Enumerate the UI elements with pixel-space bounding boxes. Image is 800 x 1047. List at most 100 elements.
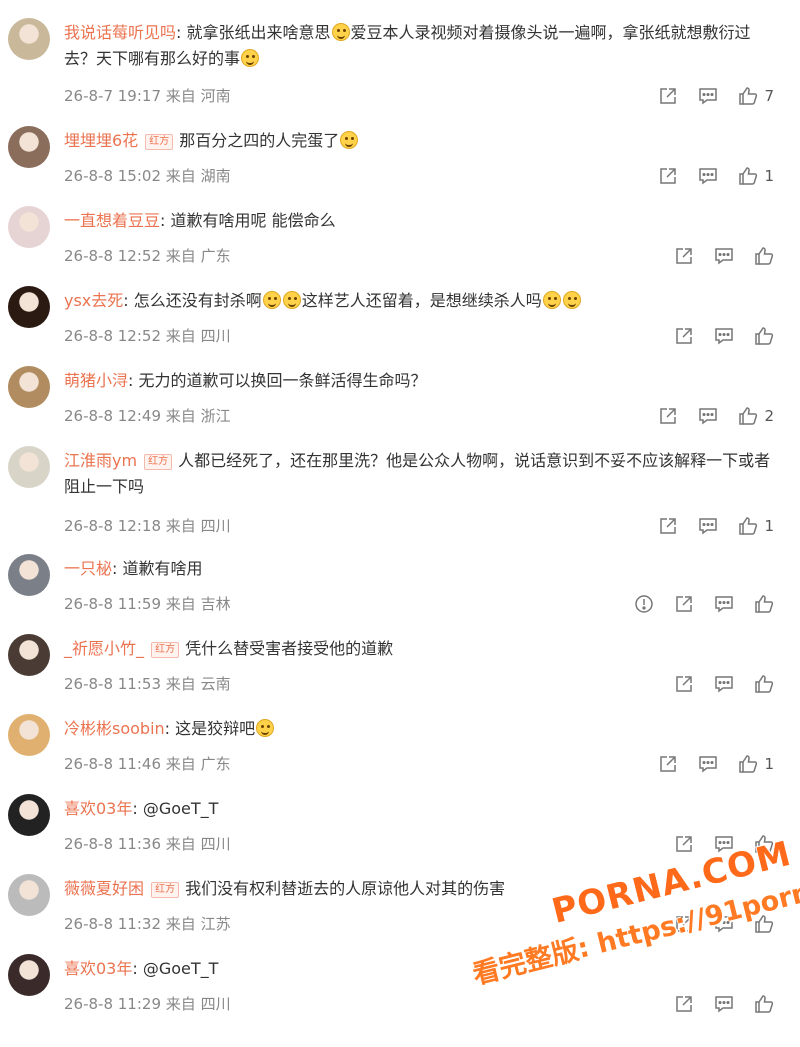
username-link[interactable]: 喜欢03年 <box>64 799 132 818</box>
like-button[interactable]: 1 <box>738 754 774 774</box>
avatar[interactable] <box>8 794 50 836</box>
share-icon[interactable] <box>674 994 694 1014</box>
comment-meta: 26-8-8 12:18 来自 四川 <box>64 516 231 536</box>
colon: : <box>176 23 187 42</box>
avatar[interactable] <box>8 206 50 248</box>
comment-text: 喜欢03年: @GoeT_T <box>64 796 772 822</box>
like-button[interactable]: 7 <box>738 86 774 106</box>
comment-location: 河南 <box>200 87 231 105</box>
emoji-icon <box>256 719 275 737</box>
comment-from: 来自 <box>165 407 196 425</box>
like-count: 1 <box>764 167 774 185</box>
emoji-icon <box>241 49 260 67</box>
comment-text: 一只柲: 道歉有啥用 <box>64 556 772 582</box>
comment-from: 来自 <box>165 247 196 265</box>
emoji-icon <box>331 23 350 41</box>
username-link[interactable]: 一只柲 <box>64 559 112 578</box>
avatar[interactable] <box>8 554 50 596</box>
reply-icon[interactable] <box>698 166 718 186</box>
comment-date: 26-8-8 12:49 <box>64 407 161 425</box>
comment-date: 26-8-8 11:46 <box>64 755 161 773</box>
comment-text-part: @GoeT_T <box>142 799 219 818</box>
comment-text-part: 我们没有权利替逝去的人原谅他人对其的伤害 <box>185 879 506 898</box>
reply-icon[interactable] <box>698 406 718 426</box>
comment-actions <box>654 326 774 346</box>
comment-text-part: 凭什么替受害者接受他的道歉 <box>185 639 394 658</box>
comment-from: 来自 <box>165 167 196 185</box>
comment-location: 云南 <box>200 675 231 693</box>
share-icon[interactable] <box>658 406 678 426</box>
report-icon[interactable] <box>634 594 654 614</box>
like-button[interactable] <box>754 994 774 1014</box>
avatar[interactable] <box>8 366 50 408</box>
like-button[interactable] <box>754 594 774 614</box>
comment-actions <box>654 674 774 694</box>
share-icon[interactable] <box>674 674 694 694</box>
like-button[interactable]: 1 <box>738 166 774 186</box>
username-link[interactable]: 埋埋埋6花 <box>64 131 138 150</box>
avatar[interactable] <box>8 18 50 60</box>
avatar[interactable] <box>8 954 50 996</box>
comment-from: 来自 <box>165 87 196 105</box>
share-icon[interactable] <box>674 834 694 854</box>
share-icon[interactable] <box>674 326 694 346</box>
reply-icon[interactable] <box>714 994 734 1014</box>
comment-meta: 26-8-8 11:59 来自 吉林 <box>64 594 231 614</box>
comment-actions: 2 <box>638 406 774 426</box>
comment-meta: 26-8-7 19:17 来自 河南 <box>64 86 231 106</box>
like-button[interactable] <box>754 326 774 346</box>
comment-location: 四川 <box>200 327 231 345</box>
colon: : <box>164 719 176 738</box>
colon: : <box>160 211 171 230</box>
comment-location: 四川 <box>200 517 231 535</box>
reply-icon[interactable] <box>714 246 734 266</box>
share-icon[interactable] <box>674 594 694 614</box>
user-badge: 红方 <box>144 454 173 470</box>
reply-icon[interactable] <box>698 754 718 774</box>
avatar[interactable] <box>8 126 50 168</box>
share-icon[interactable] <box>674 246 694 266</box>
like-count: 7 <box>764 87 774 105</box>
username-link[interactable]: ysx去死 <box>64 291 123 310</box>
comment-location: 四川 <box>200 995 231 1013</box>
colon: : <box>112 559 123 578</box>
like-count: 1 <box>764 755 774 773</box>
like-button[interactable]: 2 <box>738 406 774 426</box>
username-link[interactable]: 江淮雨ym <box>64 451 137 470</box>
avatar[interactable] <box>8 634 50 676</box>
reply-icon[interactable] <box>698 86 718 106</box>
comment-date: 26-8-8 12:52 <box>64 247 161 265</box>
reply-icon[interactable] <box>714 326 734 346</box>
share-icon[interactable] <box>658 516 678 536</box>
username-link[interactable]: _祈愿小竹_ <box>64 639 144 658</box>
colon: : <box>132 959 143 978</box>
reply-icon[interactable] <box>698 516 718 536</box>
username-link[interactable]: 喜欢03年 <box>64 959 132 978</box>
comment-location: 广东 <box>200 755 231 773</box>
share-icon[interactable] <box>658 86 678 106</box>
avatar[interactable] <box>8 286 50 328</box>
avatar[interactable] <box>8 446 50 488</box>
emoji-icon <box>340 131 359 149</box>
username-link[interactable]: 一直想着豆豆 <box>64 211 160 230</box>
share-icon[interactable] <box>658 166 678 186</box>
share-icon[interactable] <box>658 754 678 774</box>
comment-from: 来自 <box>165 755 196 773</box>
like-button[interactable] <box>754 246 774 266</box>
comment-text-part: 道歉有啥用 <box>122 559 203 578</box>
comment-text-part: 道歉有啥用呢 能偿命么 <box>170 211 336 230</box>
comment-from: 来自 <box>165 835 196 853</box>
like-button[interactable] <box>754 674 774 694</box>
reply-icon[interactable] <box>714 594 734 614</box>
username-link[interactable]: 冷彬彬soobin <box>64 719 165 738</box>
comment-text: 埋埋埋6花 红方 那百分之四的人完蛋了 <box>64 128 772 154</box>
avatar[interactable] <box>8 874 50 916</box>
comment-from: 来自 <box>165 327 196 345</box>
like-button[interactable]: 1 <box>738 516 774 536</box>
reply-icon[interactable] <box>714 674 734 694</box>
avatar[interactable] <box>8 714 50 756</box>
username-link[interactable]: 我说话莓听见吗 <box>64 23 176 42</box>
username-link[interactable]: 薇薇夏好困 <box>64 879 144 898</box>
colon: : <box>128 371 139 390</box>
username-link[interactable]: 萌猪小浔 <box>64 371 128 390</box>
